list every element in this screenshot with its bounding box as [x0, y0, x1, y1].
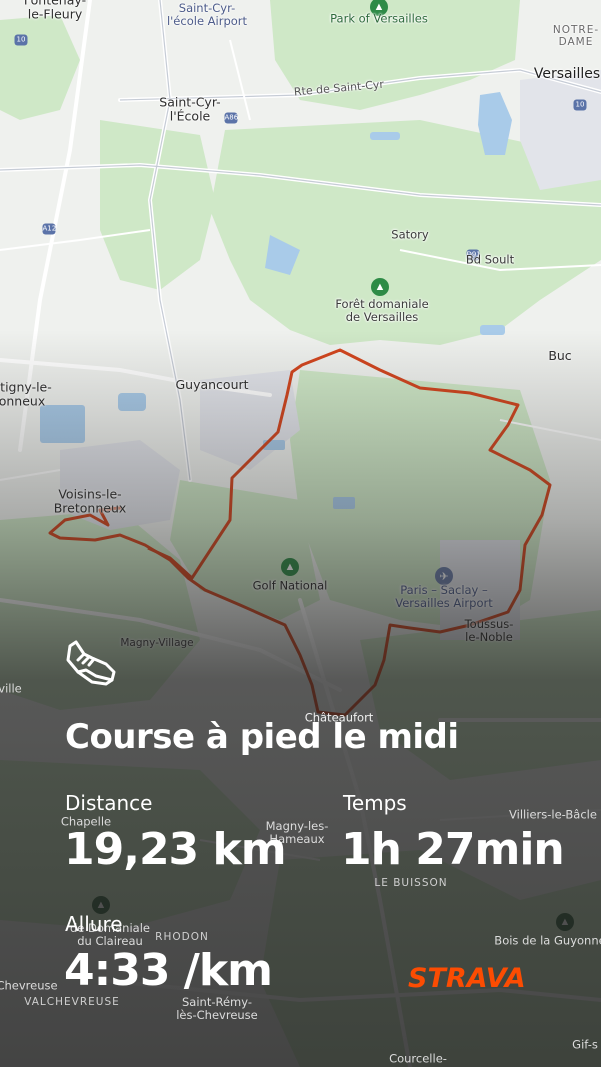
map-label-saint-cyr: Saint-Cyr- l'École [159, 94, 221, 124]
map-label-golf-national: Golf National [252, 578, 328, 593]
time-label: Temps [343, 791, 407, 815]
map-label-versailles: Versailles [533, 65, 601, 82]
road-shield-icon: 10 [573, 99, 587, 111]
map-label-chevreuse: Chevreuse [0, 978, 58, 993]
map-label-satory: Satory [391, 227, 429, 242]
strava-logo: STRAVA [408, 963, 526, 994]
road-shield-icon: A12 [42, 223, 57, 235]
map-background[interactable] [0, 0, 601, 1067]
running-shoe-icon [66, 640, 116, 686]
map-label-bd-soult: Bd Soult [465, 252, 515, 267]
map-label-foret-versailles: Forêt domaniale de Versailles [335, 296, 429, 324]
forest-pin-icon-south: ▲ [556, 913, 574, 931]
road-shield-icon: A86 [224, 112, 239, 124]
pace-label: Allure [65, 912, 123, 936]
map-label-valchevreuse: VALCHEVREUSE [24, 995, 120, 1008]
map-label-courcelle: Courcelle- [389, 1051, 447, 1066]
map-label-gif: Gif-s [572, 1037, 598, 1052]
map-label-le-buisson: LE BUISSON [374, 876, 448, 889]
map-label-bois-guyonne: Bois de la Guyonne [494, 933, 601, 948]
map-label-saint-cyr-airport: Saint-Cyr- l'école Airport [166, 0, 248, 28]
map-label-rhodon: RHODON [155, 930, 209, 943]
forest-pin-icon: ▲ [371, 278, 389, 296]
map-label-saint-remy: Saint-Rémy- lès-Chevreuse [176, 994, 258, 1022]
map-label-buc: Buc [548, 347, 572, 363]
map-label-guyancourt: Guyancourt [175, 376, 249, 392]
activity-title: Course à pied le midi [65, 717, 459, 757]
time-value: 1h 27min [341, 824, 565, 875]
distance-label: Distance [65, 791, 153, 815]
pace-value: 4:33 /km [64, 945, 273, 996]
map-label-voisins: Voisins-le- Bretonneux [53, 486, 127, 516]
golf-pin-icon: ▲ [281, 558, 299, 576]
map-label-magny-village: Magny-Village [120, 636, 194, 649]
map-label-notre-dame: NOTRE- DAME [552, 23, 600, 48]
map-label-villiers: Villiers-le-Bâcle [509, 807, 597, 822]
map-label-paris-saclay: Paris – Saclay – Versailles Airport [395, 582, 493, 610]
map-label-montigny: ntigny-le- onneux [0, 379, 52, 409]
map-label-toussus: Toussus- le-Noble [464, 616, 514, 644]
map-label-ville: ville [0, 681, 22, 696]
road-shield-icon: 10 [14, 34, 28, 46]
map-label-park-versailles: Park of Versailles [330, 11, 428, 26]
distance-value: 19,23 km [64, 824, 287, 875]
map-label-fontenay: Fontenay- le-Fleury [23, 0, 87, 22]
